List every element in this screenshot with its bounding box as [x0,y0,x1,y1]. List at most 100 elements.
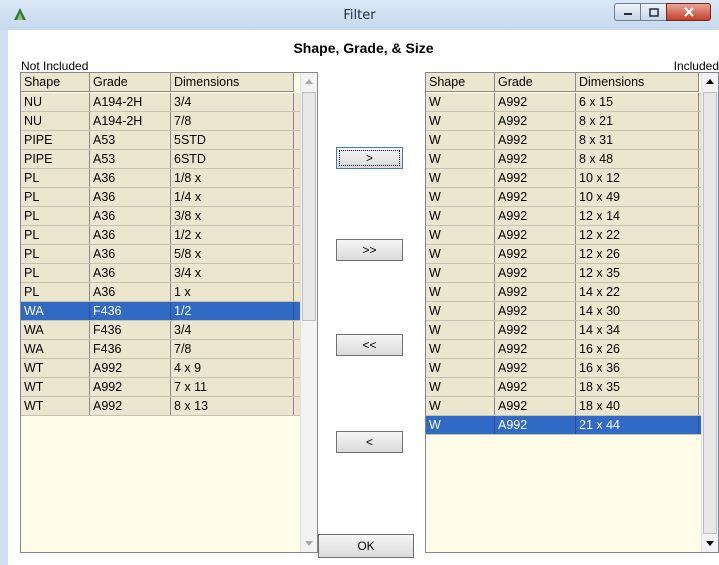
cell-grade: F436 [90,340,171,358]
remove-all-button[interactable]: << [336,334,403,356]
table-row[interactable]: PL A36 1/2 x [21,226,300,245]
cell-grade: F436 [90,321,171,339]
cell-dimensions: 12 x 14 [576,207,699,225]
cell-dimensions: 12 x 26 [576,245,699,263]
column-header-shape[interactable]: Shape [426,73,495,91]
table-row[interactable]: W A992 16 x 26 [426,340,701,359]
table-row[interactable]: NU A194-2H 7/8 [21,112,300,131]
table-row[interactable]: W A992 16 x 36 [426,359,701,378]
table-row[interactable]: WA F436 7/8 [21,340,300,359]
cell-grade: A992 [495,397,576,415]
add-selected-button[interactable]: > [336,147,403,169]
cell-grade: A36 [90,169,171,187]
table-row[interactable]: PL A36 1/4 x [21,188,300,207]
cell-dimensions: 1/2 x [171,226,294,244]
not-included-list[interactable]: Shape Grade Dimensions NU A194-2H 3/4 NU A19… [20,72,318,553]
cell-grade: A992 [495,169,576,187]
column-header-dimensions[interactable]: Dimensions [171,73,294,91]
column-header-shape[interactable]: Shape [21,73,90,91]
table-row[interactable]: PL A36 5/8 x [21,245,300,264]
table-row[interactable]: W A992 12 x 35 [426,264,701,283]
close-button[interactable] [666,3,711,21]
table-row[interactable]: NU A194-2H 3/4 [21,93,300,112]
table-row[interactable]: W A992 12 x 26 [426,245,701,264]
cell-dimensions: 8 x 31 [576,131,699,149]
cell-grade: A992 [90,397,171,415]
table-row[interactable]: WT A992 4 x 9 [21,359,300,378]
table-row[interactable]: W A992 14 x 22 [426,283,701,302]
table-row[interactable]: PL A36 3/8 x [21,207,300,226]
table-row[interactable]: W A992 8 x 21 [426,112,701,131]
table-row[interactable]: W A992 18 x 35 [426,378,701,397]
table-row[interactable]: PIPE A53 6STD [21,150,300,169]
cell-grade: A36 [90,226,171,244]
cell-grade: A992 [495,226,576,244]
table-row[interactable]: WT A992 7 x 11 [21,378,300,397]
cell-grade: A36 [90,283,171,301]
table-row[interactable]: W A992 10 x 49 [426,188,701,207]
column-header-grade[interactable]: Grade [495,73,576,91]
table-row[interactable]: W A992 8 x 48 [426,150,701,169]
table-row[interactable]: W A992 8 x 31 [426,131,701,150]
scroll-down-icon[interactable] [301,535,317,552]
not-included-scrollbar[interactable] [300,73,317,552]
cell-grade: A992 [495,131,576,149]
table-row[interactable]: W A992 21 x 44 [426,416,701,435]
window-title: Filter [343,8,376,23]
cell-grade: A992 [495,340,576,358]
table-row[interactable]: WA F436 3/4 [21,321,300,340]
cell-grade: A36 [90,245,171,263]
cell-shape: PIPE [21,150,90,168]
table-row[interactable]: PL A36 3/4 x [21,264,300,283]
cell-dimensions: 18 x 35 [576,378,699,396]
close-icon [683,7,694,17]
cell-shape: W [426,264,495,282]
table-row[interactable]: W A992 10 x 12 [426,169,701,188]
scroll-thumb[interactable] [703,92,717,534]
cell-shape: PL [21,283,90,301]
included-list[interactable]: Shape Grade Dimensions W A992 6 x 15 W A992 8… [425,72,719,553]
cell-grade: A992 [495,359,576,377]
cell-dimensions: 12 x 22 [576,226,699,244]
cell-shape: W [426,112,495,130]
cell-dimensions: 7/8 [171,112,294,130]
cell-shape: WA [21,340,90,358]
column-header-grade[interactable]: Grade [90,73,171,91]
table-row[interactable]: W A992 12 x 14 [426,207,701,226]
cell-dimensions: 4 x 9 [171,359,294,377]
not-included-rows: NU A194-2H 3/4 NU A194-2H 7/8 PIPE A53 5STD PIPE A… [21,93,300,416]
table-row[interactable]: W A992 14 x 30 [426,302,701,321]
table-row[interactable]: W A992 18 x 40 [426,397,701,416]
table-row[interactable]: WA F436 1/2 [21,302,300,321]
cell-dimensions: 1/2 [171,302,294,320]
table-row[interactable]: PL A36 1 x [21,283,300,302]
title-bar[interactable]: Filter [0,0,719,30]
scroll-up-icon[interactable] [301,73,317,90]
column-header-dimensions[interactable]: Dimensions [576,73,699,91]
cell-dimensions: 10 x 49 [576,188,699,206]
cell-dimensions: 16 x 26 [576,340,699,358]
cell-grade: A53 [90,150,171,168]
cell-dimensions: 14 x 30 [576,302,699,320]
scroll-up-icon[interactable] [702,73,718,90]
window-controls [614,3,711,23]
table-row[interactable]: W A992 6 x 15 [426,93,701,112]
cell-grade: A992 [495,207,576,225]
scroll-thumb[interactable] [302,92,316,321]
cell-shape: WT [21,359,90,377]
minimize-button[interactable] [614,3,641,21]
table-row[interactable]: W A992 14 x 34 [426,321,701,340]
cell-grade: F436 [90,302,171,320]
table-row[interactable]: PIPE A53 5STD [21,131,300,150]
table-row[interactable]: W A992 12 x 22 [426,226,701,245]
filter-window: Filter Shape, Grade, & Size Not Included… [0,0,719,565]
included-scrollbar[interactable] [701,73,718,552]
cell-dimensions: 14 x 34 [576,321,699,339]
ok-button[interactable]: OK [318,534,414,558]
add-all-button[interactable]: >> [336,239,403,261]
table-row[interactable]: PL A36 1/8 x [21,169,300,188]
table-row[interactable]: WT A992 8 x 13 [21,397,300,416]
scroll-down-icon[interactable] [702,535,718,552]
maximize-button[interactable] [640,3,667,21]
remove-selected-button[interactable]: < [336,431,403,453]
